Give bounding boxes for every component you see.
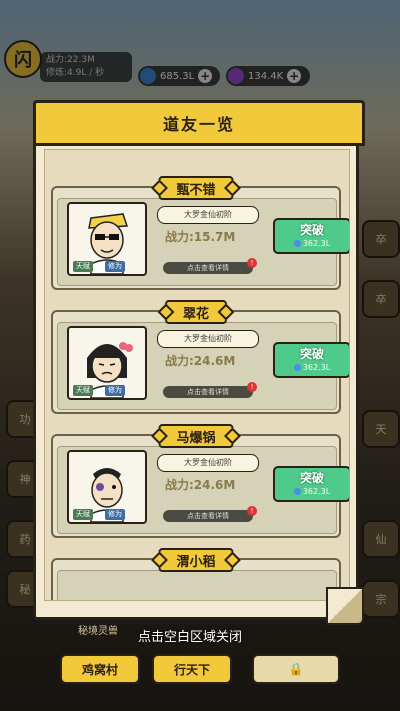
- lock-button[interactable]: 🔒: [252, 654, 340, 684]
- friend-name: 马爆锅: [158, 424, 234, 448]
- breakthrough-button[interactable]: 突破 362.3L: [273, 466, 349, 502]
- friend-realm: 大罗金仙初阶: [157, 454, 259, 472]
- friend-avatar[interactable]: 天赋 修为: [67, 326, 147, 400]
- view-detail-button[interactable]: 点击查看详情!: [163, 258, 257, 274]
- blue-gem-icon: [293, 240, 301, 247]
- breakthrough-label: 突破: [299, 471, 324, 485]
- friend-name: 甄不错: [158, 176, 234, 200]
- friend-name: 渭小稻: [158, 548, 234, 572]
- friend-card: 马爆锅 天赋 修为 大罗金仙初阶 战力:24.6M 点击查看详情! 突破 362…: [51, 424, 349, 538]
- friend-power: 战力:24.6M: [165, 354, 236, 368]
- friend-realm: 大罗金仙初阶: [157, 206, 259, 224]
- friend-card: 渭小稻: [51, 548, 341, 600]
- breakthrough-button[interactable]: 突破 362.3L: [273, 218, 349, 254]
- close-hint: 点击空白区域关闭: [138, 630, 243, 645]
- breakthrough-cost: 362.3L: [302, 363, 331, 372]
- modal-header: 道友一览: [33, 100, 365, 146]
- notice-dot-icon: !: [247, 382, 257, 392]
- friends-modal: 道友一览 甄不错 天赋 修为 大罗金仙初阶 战力:15.7M 点击查看详情! 突…: [33, 100, 365, 625]
- detail-label: 点击查看详情: [187, 388, 229, 396]
- friend-avatar[interactable]: 天赋 修为: [67, 202, 147, 276]
- cultivation-tag: 修为: [105, 261, 125, 272]
- bottom-button-2[interactable]: 行天下: [152, 654, 232, 684]
- friend-card: 翠花 天赋 修为 大罗金仙初阶 战力:24.6M 点击查看详情! 突破 362.…: [51, 300, 349, 414]
- detail-label: 点击查看详情: [187, 512, 229, 520]
- talent-tag: 天赋: [73, 385, 93, 396]
- breakthrough-label: 突破: [299, 223, 324, 237]
- modal-title: 道友一览: [162, 115, 235, 134]
- friend-name: 翠花: [164, 300, 228, 324]
- breakthrough-label: 突破: [299, 347, 324, 361]
- detail-label: 点击查看详情: [187, 264, 229, 272]
- notice-dot-icon: !: [247, 258, 257, 268]
- bottom-label: 秘境灵兽: [78, 626, 118, 637]
- friends-list: 甄不错 天赋 修为 大罗金仙初阶 战力:15.7M 点击查看详情! 突破 362…: [44, 149, 350, 601]
- friend-power: 战力:24.6M: [165, 478, 236, 492]
- lock-icon: 🔒: [288, 662, 304, 676]
- friend-realm: 大罗金仙初阶: [157, 330, 259, 348]
- bottom-button-1[interactable]: 鸡窝村: [60, 654, 140, 684]
- view-detail-button[interactable]: 点击查看详情!: [163, 506, 257, 522]
- page-fold: [326, 587, 364, 625]
- talent-tag: 天赋: [73, 261, 93, 272]
- notice-dot-icon: !: [247, 506, 257, 516]
- blue-gem-icon: [293, 488, 301, 495]
- friend-avatar[interactable]: 天赋 修为: [67, 450, 147, 524]
- cultivation-tag: 修为: [105, 509, 125, 520]
- breakthrough-button[interactable]: 突破 362.3L: [273, 342, 349, 378]
- blue-gem-icon: [293, 364, 301, 371]
- talent-tag: 天赋: [73, 509, 93, 520]
- friend-power: 战力:15.7M: [165, 230, 236, 244]
- breakthrough-cost: 362.3L: [302, 487, 331, 496]
- cultivation-tag: 修为: [105, 385, 125, 396]
- friend-card: 甄不错 天赋 修为 大罗金仙初阶 战力:15.7M 点击查看详情! 突破 362…: [51, 176, 349, 290]
- view-detail-button[interactable]: 点击查看详情!: [163, 382, 257, 398]
- breakthrough-cost: 362.3L: [302, 239, 331, 248]
